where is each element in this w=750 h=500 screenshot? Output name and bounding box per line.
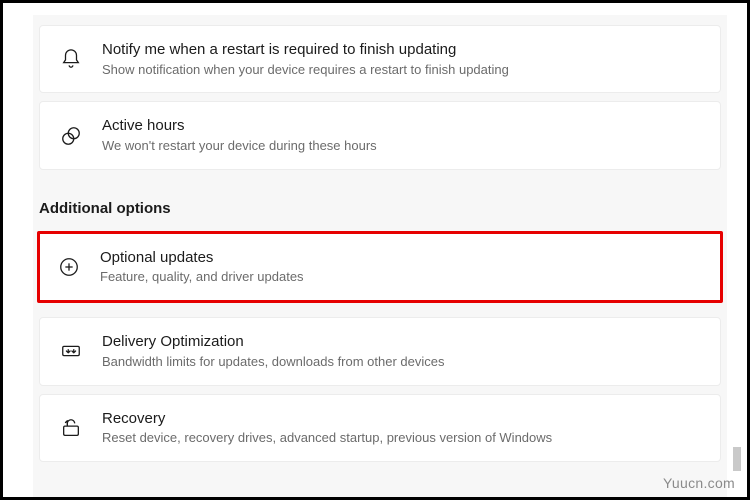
card-subtitle: Feature, quality, and driver updates xyxy=(100,269,704,286)
card-title: Optional updates xyxy=(100,248,704,268)
card-text: Recovery Reset device, recovery drives, … xyxy=(102,409,702,447)
card-text: Optional updates Feature, quality, and d… xyxy=(100,248,704,286)
plus-circle-icon xyxy=(56,256,82,278)
card-text: Active hours We won't restart your devic… xyxy=(102,116,702,154)
card-text: Notify me when a restart is required to … xyxy=(102,40,702,78)
recovery-row[interactable]: Recovery Reset device, recovery drives, … xyxy=(39,394,721,462)
card-title: Notify me when a restart is required to … xyxy=(102,40,702,60)
section-header-additional-options: Additional options xyxy=(39,200,721,217)
card-subtitle: Bandwidth limits for updates, downloads … xyxy=(102,354,702,371)
notify-restart-row[interactable]: Notify me when a restart is required to … xyxy=(39,25,721,93)
recovery-icon xyxy=(58,417,84,439)
scrollbar-thumb[interactable] xyxy=(733,447,741,471)
card-subtitle: We won't restart your device during thes… xyxy=(102,138,702,155)
delivery-optimization-row[interactable]: Delivery Optimization Bandwidth limits f… xyxy=(39,317,721,385)
delivery-optimization-icon xyxy=(58,340,84,362)
watermark: Yuucn.com xyxy=(663,475,735,491)
settings-page: Notify me when a restart is required to … xyxy=(33,15,727,497)
card-title: Delivery Optimization xyxy=(102,332,702,352)
active-hours-row[interactable]: Active hours We won't restart your devic… xyxy=(39,101,721,169)
card-text: Delivery Optimization Bandwidth limits f… xyxy=(102,332,702,370)
card-title: Active hours xyxy=(102,116,702,136)
active-hours-icon xyxy=(58,125,84,147)
bell-icon xyxy=(58,48,84,70)
card-subtitle: Reset device, recovery drives, advanced … xyxy=(102,430,702,447)
card-subtitle: Show notification when your device requi… xyxy=(102,62,702,79)
card-title: Recovery xyxy=(102,409,702,429)
optional-updates-row[interactable]: Optional updates Feature, quality, and d… xyxy=(37,231,723,303)
